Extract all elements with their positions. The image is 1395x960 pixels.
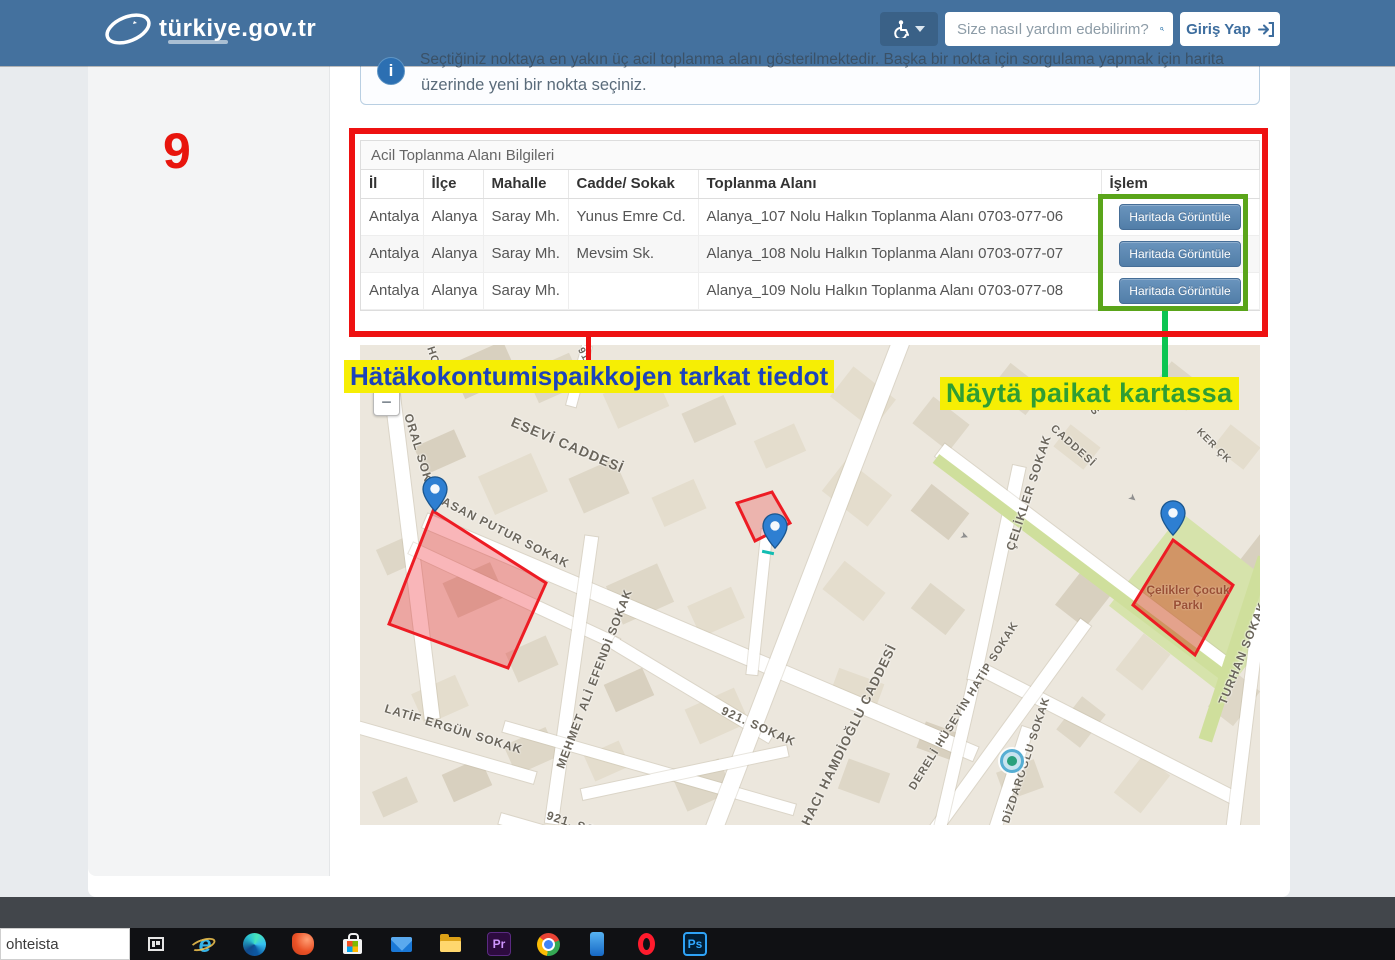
map-pin-icon[interactable]	[762, 513, 788, 549]
opera-icon[interactable]	[631, 930, 661, 958]
brand-subtitle	[168, 40, 228, 44]
alert-text-line1: Seçtiğiniz noktaya en yakın üç acil topl…	[420, 51, 1245, 69]
alert-text-line2: üzerinde yeni bir nokta seçiniz.	[421, 76, 647, 95]
table-row: AntalyaAlanyaSaray Mh. Alanya_109 Nolu Ha…	[361, 272, 1259, 309]
table-cell	[568, 272, 698, 309]
table-cell: Yunus Emre Cd.	[568, 198, 698, 235]
map-canvas[interactable]: ➤➤ HO914. SORAL SOKAKESEVİ CADDESİHASAN …	[360, 345, 1260, 825]
table-header-row: İlİlçeMahalleCadde/ SokakToplanma Alanıİ…	[361, 170, 1259, 198]
table-cell: Alanya_108 Nolu Halkın Toplanma Alanı 07…	[698, 235, 1101, 272]
assembly-area-table: Acil Toplanma Alanı Bilgileri İlİlçeMaha…	[360, 140, 1260, 311]
map-pin-icon[interactable]	[422, 476, 448, 512]
brand-text: türkiye.gov.tr	[159, 15, 316, 43]
windows-taskbar: e Pr Ps	[0, 928, 1395, 960]
table-cell: Saray Mh.	[483, 235, 568, 272]
task-view-icon[interactable]	[141, 930, 171, 958]
column-header: İşlem	[1101, 170, 1259, 198]
column-header: Toplanma Alanı	[698, 170, 1101, 198]
table-cell: Alanya	[423, 272, 483, 309]
chevron-down-icon	[915, 26, 925, 32]
table-cell: Mevsim Sk.	[568, 235, 698, 272]
office-icon[interactable]	[288, 930, 318, 958]
table-cell: Alanya_107 Nolu Halkın Toplanma Alanı 07…	[698, 198, 1101, 235]
page-footer	[0, 897, 1395, 928]
table-caption: Acil Toplanma Alanı Bilgileri	[361, 141, 1259, 170]
premiere-pro-icon[interactable]: Pr	[484, 930, 514, 958]
table-cell: Antalya	[361, 235, 423, 272]
table-cell: Alanya_109 Nolu Halkın Toplanma Alanı 07…	[698, 272, 1101, 309]
park-label: Çelikler Çocuk Parkı	[1130, 583, 1246, 613]
annotation-highlight-2: Näytä paikat kartassa	[940, 377, 1239, 410]
login-button[interactable]: Giriş Yap	[1180, 12, 1280, 46]
table-cell: Haritada Görüntüle	[1101, 198, 1259, 235]
help-search	[945, 12, 1173, 46]
internet-explorer-icon[interactable]: e	[190, 930, 220, 958]
e-devlet-swirl-icon	[103, 9, 153, 49]
table-cell: Antalya	[361, 198, 423, 235]
annotation-step-number: 9	[163, 122, 191, 180]
show-on-map-button[interactable]: Haritada Görüntüle	[1119, 204, 1240, 230]
table-cell: Antalya	[361, 272, 423, 309]
table-cell: Alanya	[423, 235, 483, 272]
login-label: Giriş Yap	[1186, 21, 1251, 38]
mail-icon[interactable]	[386, 930, 416, 958]
photoshop-icon[interactable]: Ps	[680, 930, 710, 958]
microsoft-store-icon[interactable]	[337, 930, 367, 958]
your-phone-icon[interactable]	[582, 930, 612, 958]
table-cell: Saray Mh.	[483, 198, 568, 235]
column-header: Mahalle	[483, 170, 568, 198]
table-cell: Haritada Görüntüle	[1101, 272, 1259, 309]
table-cell: Alanya	[423, 198, 483, 235]
taskbar-tooltip: ohteista	[0, 928, 130, 960]
map-zoom-out-button[interactable]: −	[373, 389, 400, 416]
screen: üzerinde yeni bir nokta seçiniz. Seçtiği…	[0, 0, 1395, 960]
accessibility-button[interactable]	[880, 12, 938, 46]
chrome-icon[interactable]	[533, 930, 563, 958]
table-body: AntalyaAlanyaSaray Mh.Yunus Emre Cd.Alan…	[361, 198, 1259, 309]
search-icon[interactable]	[1160, 20, 1164, 38]
column-header: Cadde/ Sokak	[568, 170, 698, 198]
assembly-area-polygon[interactable]	[389, 511, 546, 668]
column-header: İlçe	[423, 170, 483, 198]
map-pin-icon[interactable]	[1160, 500, 1186, 536]
search-input[interactable]	[945, 21, 1160, 38]
assembly-area-polygons	[360, 345, 1260, 825]
show-on-map-button[interactable]: Haritada Görüntüle	[1119, 278, 1240, 304]
column-header: İl	[361, 170, 423, 198]
geolocation-marker-icon[interactable]	[1000, 749, 1024, 773]
table-cell: Haritada Görüntüle	[1101, 235, 1259, 272]
wheelchair-icon	[893, 20, 909, 38]
table-row: AntalyaAlanyaSaray Mh.Yunus Emre Cd.Alan…	[361, 198, 1259, 235]
show-on-map-button[interactable]: Haritada Görüntüle	[1119, 241, 1240, 267]
table-cell: Saray Mh.	[483, 272, 568, 309]
left-sidebar	[88, 66, 330, 876]
file-explorer-icon[interactable]	[435, 930, 465, 958]
edge-icon[interactable]	[239, 930, 269, 958]
login-arrow-icon	[1258, 22, 1274, 37]
info-icon: i	[377, 57, 405, 85]
table-row: AntalyaAlanyaSaray Mh.Mevsim Sk.Alanya_1…	[361, 235, 1259, 272]
annotation-highlight-1: Hätäkokontumispaikkojen tarkat tiedot	[344, 360, 834, 393]
